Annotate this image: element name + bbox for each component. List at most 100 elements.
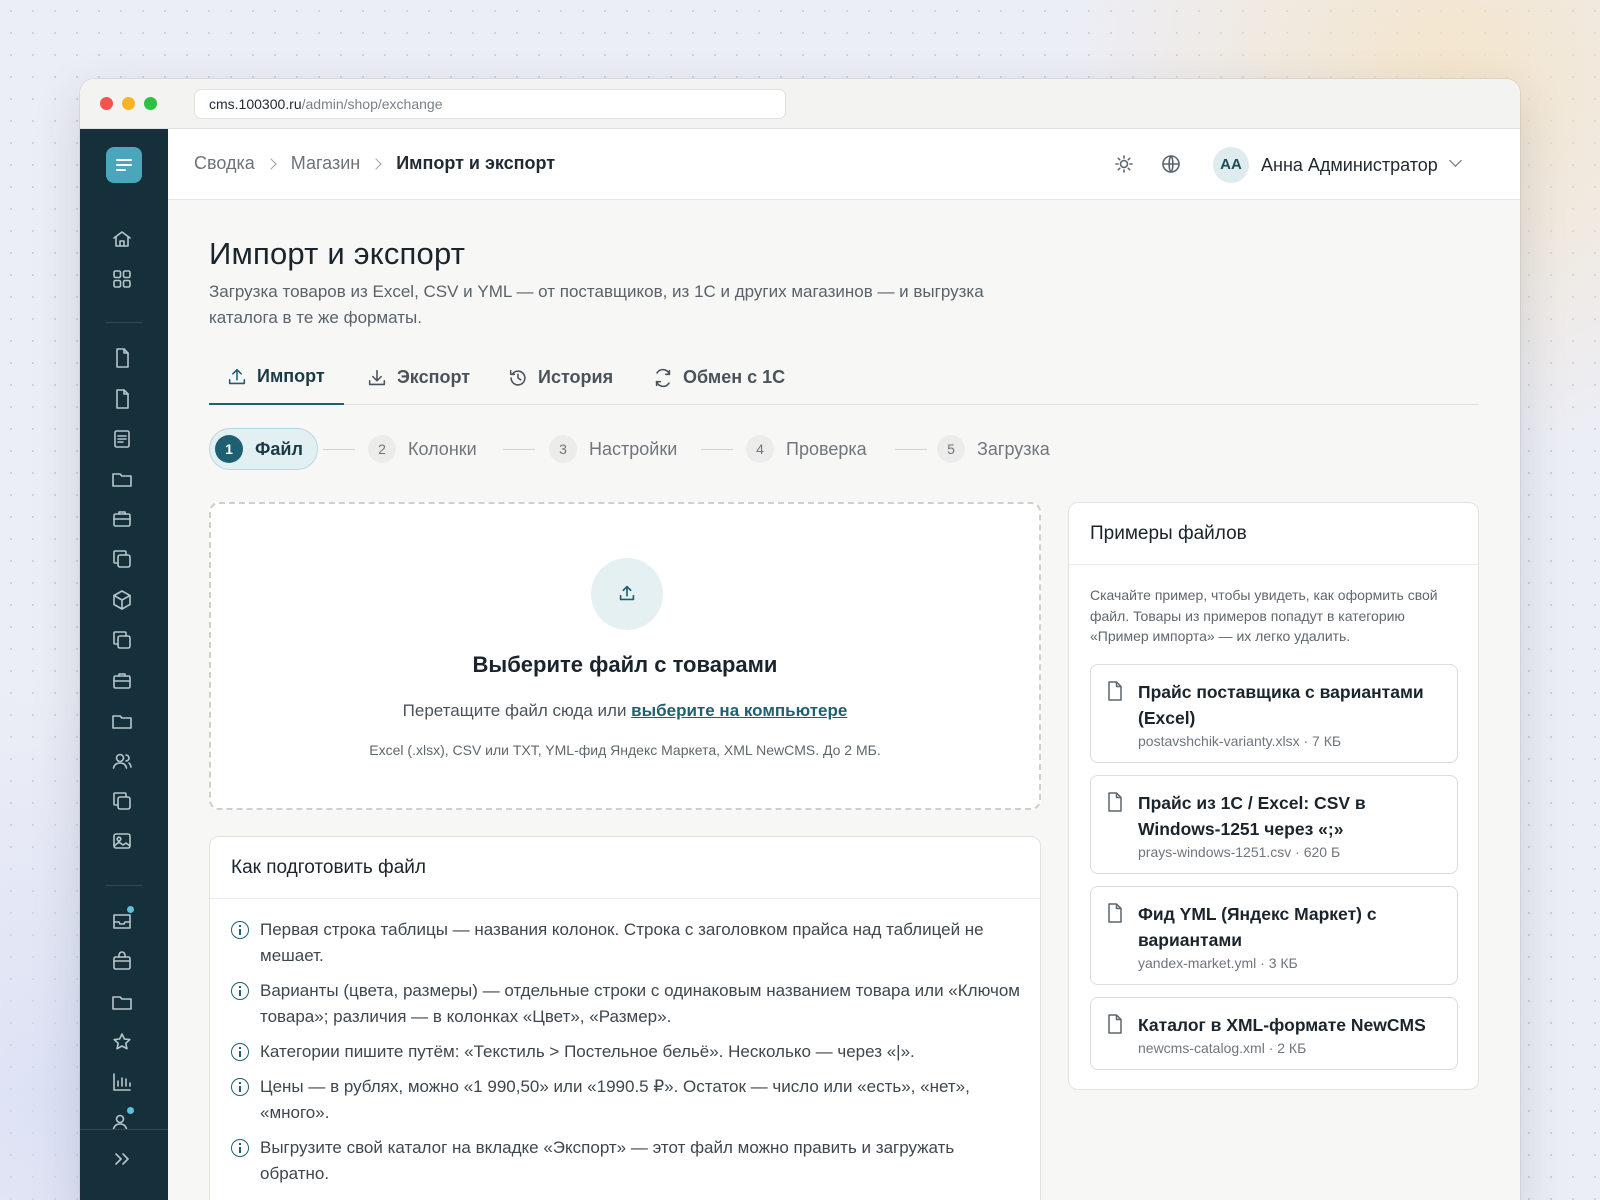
briefcase-icon[interactable] [110, 507, 134, 531]
address-bar[interactable]: cms.100300.ru/admin/shop/exchange [194, 89, 786, 119]
logo-button[interactable] [106, 147, 142, 183]
tip-item: Выгрузите свой каталог на вкладке «Экспо… [231, 1135, 1021, 1187]
dropzone-hint: Excel (.xlsx), CSV или TXT, YML-фид Янде… [369, 742, 881, 758]
copy-icon[interactable] [110, 789, 134, 813]
tip-text: Цены — в рублях, можно «1 990,50» или «1… [260, 1077, 970, 1122]
breadcrumb-item[interactable]: Магазин [291, 153, 360, 174]
tab-label: Экспорт [397, 367, 471, 387]
step-number: 5 [937, 435, 965, 463]
step-connector [323, 449, 355, 450]
tip-item: Первая строка таблицы — названия колонок… [231, 917, 1021, 969]
example-file-item[interactable]: Прайс поставщика с вариантами (Excel) po… [1090, 664, 1458, 763]
step-connector [503, 449, 535, 450]
notification-dot [126, 1106, 135, 1115]
tip-item: Категории пишите путём: «Текстиль > Пост… [231, 1039, 1021, 1065]
image-icon[interactable] [110, 829, 134, 853]
home-icon[interactable] [110, 227, 134, 251]
dropzone-title: Выберите файл с товарами [472, 652, 778, 677]
star-icon[interactable] [110, 1030, 134, 1054]
sidebar-divider [106, 885, 142, 886]
box-icon[interactable] [110, 588, 134, 612]
notification-dot [126, 905, 135, 914]
url-host: cms.100300.ru [209, 96, 302, 112]
step-upload[interactable]: 5 Загрузка [937, 428, 1050, 470]
folder-icon[interactable] [110, 467, 134, 491]
breadcrumb-current: Импорт и экспорт [396, 153, 556, 173]
example-file-name: Каталог в XML-формате NewCMS [1138, 1015, 1426, 1035]
step-settings[interactable]: 3 Настройки [549, 428, 677, 470]
example-file-meta: postavshchik-varianty.xlsx · 7 КБ [1138, 733, 1342, 749]
close-window-button[interactable] [100, 97, 113, 110]
step-review[interactable]: 4 Проверка [746, 428, 867, 470]
howto-card: Как подготовить файл Первая строка табли… [209, 836, 1041, 1200]
tip-text: Категории пишите путём: «Текстиль > Пост… [260, 1042, 915, 1061]
info-icon [231, 1139, 249, 1157]
list-icon[interactable] [110, 427, 134, 451]
tab-1c-exchange[interactable]: Обмен с 1С [652, 350, 785, 405]
browser-titlebar: cms.100300.ru/admin/shop/exchange [80, 79, 1520, 129]
breadcrumb-item[interactable]: Сводка [194, 153, 255, 174]
upload-icon [228, 368, 246, 384]
example-file-meta: newcms-catalog.xml · 2 КБ [1138, 1040, 1307, 1056]
example-file-item[interactable]: Прайс из 1С / Excel: CSV в Windows-1251 … [1090, 775, 1458, 874]
step-label: Файл [255, 438, 303, 459]
maximize-window-button[interactable] [144, 97, 157, 110]
sidebar-divider [106, 322, 142, 323]
copy-icon[interactable] [110, 628, 134, 652]
copy-icon[interactable] [110, 547, 134, 571]
tab-bar: Импорт Экспорт История Обмен с 1С [209, 350, 1479, 405]
refresh-icon [655, 368, 671, 387]
file-icon[interactable] [110, 346, 134, 370]
file-icon [1108, 792, 1122, 812]
tab-history[interactable]: История [507, 350, 613, 405]
sidebar [80, 129, 168, 1200]
user-name[interactable]: Анна Администратор [1261, 155, 1438, 176]
example-file-name: Прайс из 1С / Excel: CSV в Windows-1251 … [1138, 793, 1366, 839]
grid-icon[interactable] [110, 267, 134, 291]
step-label: Колонки [408, 438, 477, 459]
choose-file-link[interactable]: выберите на компьютере [631, 701, 847, 720]
tab-import[interactable]: Импорт [209, 350, 344, 405]
sidebar-divider [80, 1129, 168, 1130]
step-file[interactable]: 1 Файл [209, 428, 318, 470]
tip-text: Первая строка таблицы — названия колонок… [260, 920, 984, 965]
examples-card: Примеры файлов Скачайте пример, чтобы ув… [1068, 502, 1479, 1090]
tip-item: Варианты (цвета, размеры) — отдельные ст… [231, 978, 1021, 1030]
file-icon [1108, 681, 1122, 701]
main-area: Сводка Магазин Импорт и экспорт АА Анна … [168, 129, 1520, 1200]
example-file-item[interactable]: Фид YML (Яндекс Маркет) с вариантами yan… [1090, 886, 1458, 985]
url-path: /admin/shop/exchange [301, 96, 443, 112]
theme-toggle-sun-icon[interactable] [1112, 152, 1136, 176]
bag-icon[interactable] [110, 949, 134, 973]
globe-icon[interactable] [1159, 152, 1183, 176]
tip-text: Выгрузите свой каталог на вкладке «Экспо… [260, 1138, 955, 1183]
step-label: Загрузка [977, 438, 1050, 459]
chevron-down-icon[interactable] [1449, 154, 1462, 167]
inbox-icon[interactable] [110, 905, 135, 933]
upload-icon [619, 585, 635, 601]
folder-icon[interactable] [110, 709, 134, 733]
examples-title: Примеры файлов [1069, 503, 1478, 565]
example-file-meta: yandex-market.yml · 3 КБ [1138, 955, 1298, 971]
step-connector [701, 449, 733, 450]
step-number: 4 [746, 435, 774, 463]
briefcase-icon[interactable] [110, 669, 134, 693]
minimize-window-button[interactable] [122, 97, 135, 110]
chart-icon[interactable] [110, 1070, 134, 1094]
step-columns[interactable]: 2 Колонки [368, 428, 477, 470]
download-icon [368, 369, 386, 385]
file-dropzone[interactable]: Выберите файл с товарами Перетащите файл… [209, 502, 1041, 810]
browser-window: cms.100300.ru/admin/shop/exchange Сводка… [80, 79, 1520, 1200]
chevron-right-icon [265, 157, 277, 170]
tab-export[interactable]: Экспорт [366, 350, 470, 405]
example-file-item[interactable]: Каталог в XML-формате NewCMS newcms-cata… [1090, 997, 1458, 1070]
users-icon[interactable] [110, 1106, 135, 1134]
example-file-name: Фид YML (Яндекс Маркет) с вариантами [1138, 904, 1377, 950]
users-icon[interactable] [110, 749, 134, 773]
tip-text: Варианты (цвета, размеры) — отдельные ст… [260, 981, 1020, 1026]
folder-icon[interactable] [110, 990, 134, 1014]
howto-title: Как подготовить файл [210, 837, 1040, 899]
expand-icon[interactable] [110, 1147, 134, 1171]
avatar[interactable]: АА [1213, 147, 1249, 183]
file-icon[interactable] [110, 387, 134, 411]
